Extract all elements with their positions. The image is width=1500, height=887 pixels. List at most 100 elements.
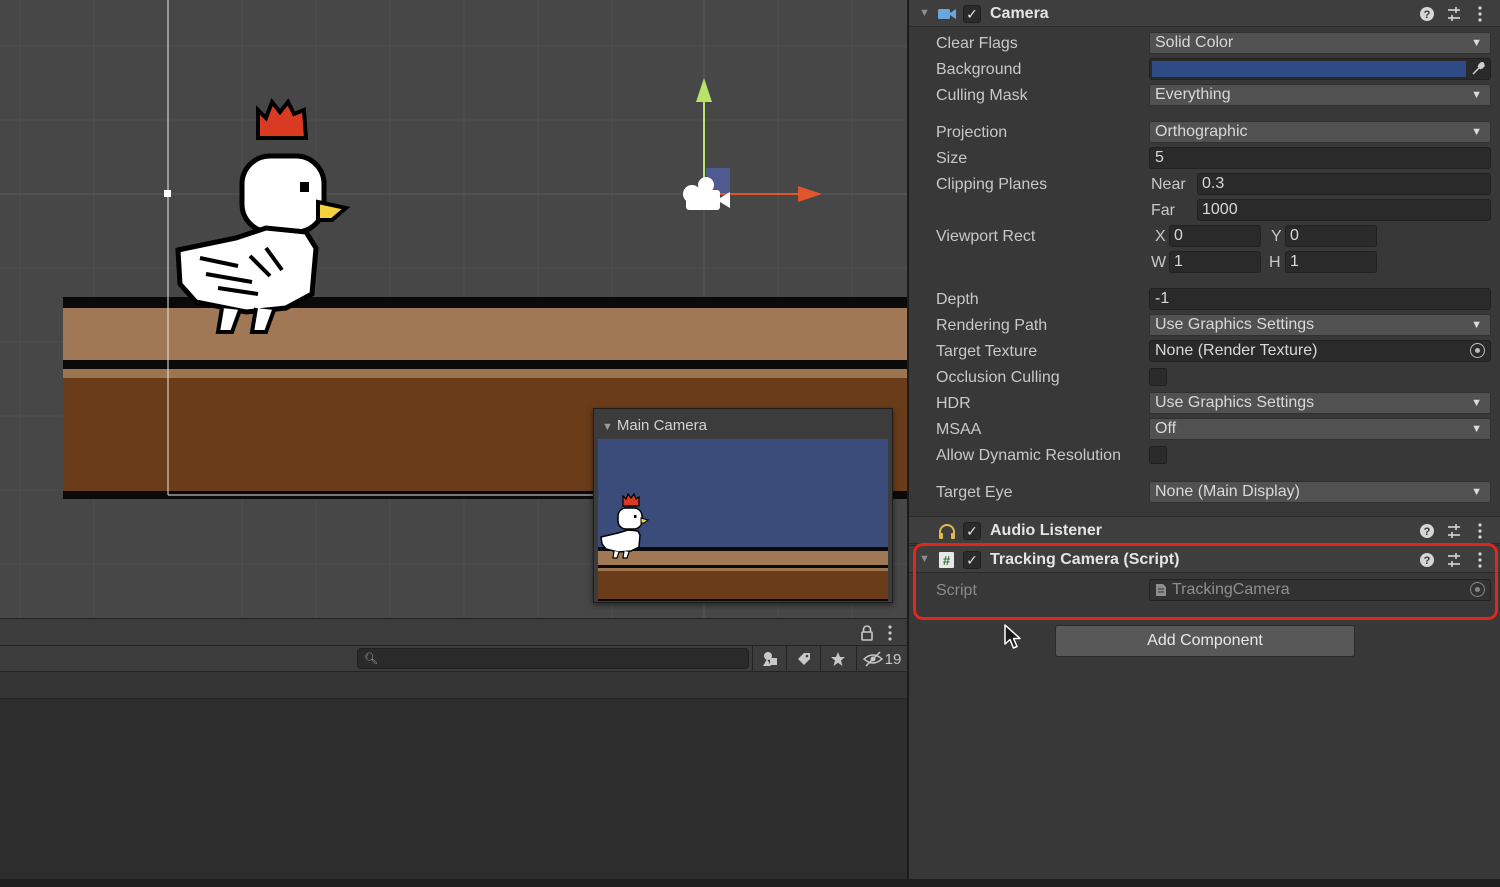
more-options-icon[interactable] xyxy=(1472,522,1488,540)
near-label: Near xyxy=(1151,176,1186,193)
camera-component-header[interactable]: ▼ ✓ Camera ? xyxy=(909,0,1500,27)
camera-preview-title: ▼ Main Camera xyxy=(602,417,707,434)
project-browser-content[interactable] xyxy=(0,699,907,887)
collapse-triangle-icon[interactable]: ▼ xyxy=(602,421,613,433)
viewport-rect-label: Viewport Rect xyxy=(936,228,1036,245)
chicken-sprite[interactable] xyxy=(166,98,356,340)
audio-listener-enabled-checkbox[interactable]: ✓ xyxy=(963,522,981,540)
script-label: Script xyxy=(936,582,977,599)
rendering-path-dropdown[interactable]: Use Graphics Settings ▼ xyxy=(1149,314,1491,336)
dropdown-arrow-icon: ▼ xyxy=(1471,126,1482,138)
rendering-path-label: Rendering Path xyxy=(936,317,1048,334)
tracking-camera-component-header[interactable]: ▼ # ✓ Tracking Camera (Script) ? xyxy=(909,545,1500,573)
move-gizmo[interactable] xyxy=(670,72,830,222)
mouse-cursor-icon xyxy=(1004,624,1021,649)
filter-by-label-button[interactable] xyxy=(786,646,820,672)
size-field[interactable]: 5 xyxy=(1149,147,1491,169)
foldout-arrow-icon[interactable]: ▼ xyxy=(919,553,930,565)
help-icon[interactable]: ? xyxy=(1419,5,1435,23)
svg-text:?: ? xyxy=(1424,526,1431,538)
headphones-icon xyxy=(939,524,955,539)
filter-type-icon xyxy=(762,652,777,666)
camera-icon xyxy=(938,9,956,19)
search-icon: 🔍︎ xyxy=(364,653,378,665)
hdr-label: HDR xyxy=(936,395,971,412)
clear-flags-dropdown[interactable]: Solid Color ▼ xyxy=(1149,32,1491,54)
viewport-w-label: W xyxy=(1151,254,1167,271)
object-picker-icon[interactable] xyxy=(1470,343,1485,358)
target-texture-field[interactable]: None (Render Texture) xyxy=(1149,340,1491,362)
script-file-icon xyxy=(1156,584,1166,596)
help-icon[interactable]: ? xyxy=(1419,551,1435,569)
near-field[interactable]: 0.3 xyxy=(1197,173,1491,195)
background-color-swatch[interactable] xyxy=(1152,61,1466,77)
culling-mask-label: Culling Mask xyxy=(936,87,1028,104)
more-options-icon[interactable] xyxy=(1472,5,1488,23)
svg-text:?: ? xyxy=(1424,9,1431,21)
projection-label: Projection xyxy=(936,124,1008,141)
projection-dropdown[interactable]: Orthographic ▼ xyxy=(1149,121,1491,143)
label-icon xyxy=(797,653,810,665)
filter-by-type-button[interactable] xyxy=(752,646,786,672)
menu-icon[interactable] xyxy=(884,624,896,642)
audio-listener-title: Audio Listener xyxy=(990,522,1103,539)
tracking-camera-enabled-checkbox[interactable]: ✓ xyxy=(963,551,981,569)
viewport-x-label: X xyxy=(1155,228,1166,245)
search-input[interactable] xyxy=(380,650,740,667)
eyedropper-icon[interactable] xyxy=(1470,61,1486,77)
lock-icon[interactable] xyxy=(860,625,874,641)
camera-enabled-checkbox[interactable]: ✓ xyxy=(963,5,981,23)
presets-icon[interactable] xyxy=(1446,522,1462,540)
hidden-packages-toggle[interactable]: 19 xyxy=(856,646,907,672)
target-eye-label: Target Eye xyxy=(936,484,1013,501)
culling-mask-dropdown[interactable]: Everything ▼ xyxy=(1149,84,1491,106)
target-eye-dropdown[interactable]: None (Main Display) ▼ xyxy=(1149,481,1491,503)
add-component-button[interactable]: Add Component xyxy=(1055,625,1355,657)
clear-flags-label: Clear Flags xyxy=(936,35,1018,52)
dropdown-arrow-icon: ▼ xyxy=(1471,319,1482,331)
viewport-h-field[interactable]: 1 xyxy=(1285,251,1377,273)
allow-dynamic-resolution-checkbox[interactable] xyxy=(1149,446,1167,464)
svg-text:?: ? xyxy=(1424,555,1431,567)
camera-component-title: Camera xyxy=(990,5,1049,22)
viewport-x-field[interactable]: 0 xyxy=(1169,225,1261,247)
foldout-arrow-icon[interactable]: ▼ xyxy=(919,7,930,19)
occlusion-culling-checkbox[interactable] xyxy=(1149,368,1167,386)
hdr-dropdown[interactable]: Use Graphics Settings ▼ xyxy=(1149,392,1491,414)
breadcrumb-strip xyxy=(0,672,907,699)
x-axis-arrow xyxy=(798,186,822,202)
audio-listener-component-header[interactable]: ✓ Audio Listener ? xyxy=(909,516,1500,544)
more-options-icon[interactable] xyxy=(1472,551,1488,569)
viewport-y-field[interactable]: 0 xyxy=(1285,225,1377,247)
panel-tab-bar xyxy=(0,618,907,646)
svg-text:#: # xyxy=(943,553,951,568)
tracking-camera-title: Tracking Camera (Script) xyxy=(990,551,1180,568)
script-hash-icon: # xyxy=(939,552,954,568)
msaa-label: MSAA xyxy=(936,421,982,438)
status-bar xyxy=(0,879,1500,887)
far-field[interactable]: 1000 xyxy=(1197,199,1491,221)
hidden-eye-icon xyxy=(862,651,883,667)
background-color-field[interactable] xyxy=(1149,58,1491,80)
clipping-planes-label: Clipping Planes xyxy=(936,176,1048,193)
object-picker-icon xyxy=(1470,582,1485,597)
camera-preview-window[interactable]: ▼ Main Camera xyxy=(593,408,893,603)
script-field: TrackingCamera xyxy=(1149,579,1491,601)
target-texture-label: Target Texture xyxy=(936,343,1038,360)
presets-icon[interactable] xyxy=(1446,551,1462,569)
msaa-dropdown[interactable]: Off ▼ xyxy=(1149,418,1491,440)
presets-icon[interactable] xyxy=(1446,5,1462,23)
size-label: Size xyxy=(936,150,968,167)
y-axis-arrow xyxy=(696,78,712,102)
far-label: Far xyxy=(1151,202,1175,219)
search-field[interactable]: 🔍︎ xyxy=(357,648,749,669)
scene-view[interactable]: ▼ Main Camera xyxy=(0,0,907,618)
favorite-button[interactable] xyxy=(820,646,854,672)
help-icon[interactable]: ? xyxy=(1419,522,1435,540)
depth-field[interactable]: -1 xyxy=(1149,288,1491,310)
depth-label: Depth xyxy=(936,291,979,308)
viewport-y-label: Y xyxy=(1271,228,1282,245)
dropdown-arrow-icon: ▼ xyxy=(1471,89,1482,101)
hidden-count-label: 19 xyxy=(884,650,902,668)
viewport-w-field[interactable]: 1 xyxy=(1169,251,1261,273)
